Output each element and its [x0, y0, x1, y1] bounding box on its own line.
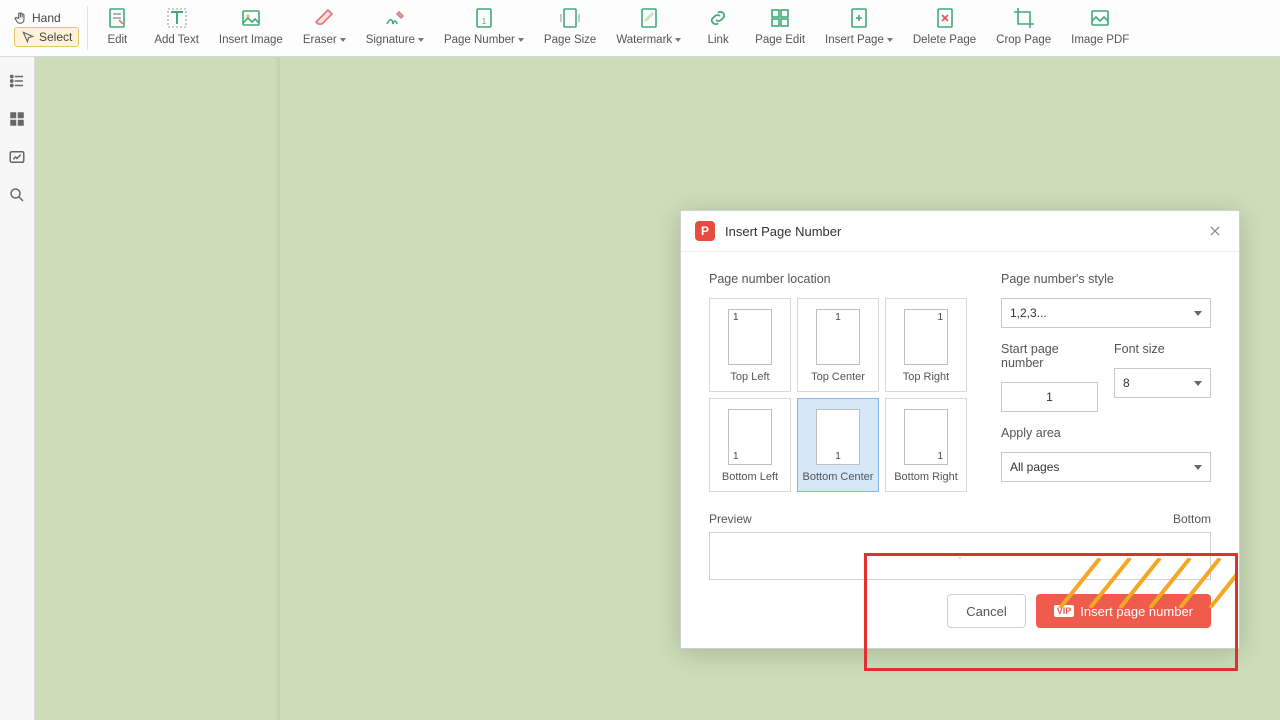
chevron-down-icon: [1194, 381, 1202, 386]
select-tool[interactable]: Select: [14, 27, 79, 47]
dialog-title: Insert Page Number: [725, 224, 1205, 239]
watermark-label: Watermark: [616, 34, 681, 46]
edit-label: Edit: [107, 34, 127, 46]
start-label: Start page number: [1001, 342, 1098, 370]
location-bottom-center[interactable]: 1Bottom Center: [797, 398, 879, 492]
edit-icon: [103, 4, 131, 32]
eraser-label: Eraser: [303, 34, 346, 46]
location-section: Page number location 1Top Left 1Top Cent…: [709, 272, 971, 496]
area-label: Apply area: [1001, 426, 1211, 440]
location-top-center[interactable]: 1Top Center: [797, 298, 879, 392]
preview-box: .: [709, 532, 1211, 580]
chevron-down-icon: [340, 38, 346, 42]
link-button[interactable]: Link: [691, 0, 745, 56]
location-bottom-right[interactable]: 1Bottom Right: [885, 398, 967, 492]
insert-page-number-dialog: P Insert Page Number Page number locatio…: [680, 210, 1240, 649]
image-pdf-button[interactable]: Image PDF: [1061, 0, 1139, 56]
preview-page-number: .: [959, 552, 961, 561]
hand-tool[interactable]: Hand: [14, 11, 61, 25]
add-text-label: Add Text: [154, 34, 199, 46]
insert-image-label: Insert Image: [219, 34, 283, 46]
watermark-button[interactable]: Watermark: [606, 0, 691, 56]
chevron-down-icon: [418, 38, 424, 42]
eraser-icon: [310, 4, 338, 32]
close-button[interactable]: [1205, 221, 1225, 241]
hand-icon: [14, 11, 28, 25]
crop-page-button[interactable]: Crop Page: [986, 0, 1061, 56]
page-size-label: Page Size: [544, 34, 596, 46]
svg-text:1: 1: [482, 17, 487, 26]
edit-button[interactable]: Edit: [90, 0, 144, 56]
chevron-down-icon: [518, 38, 524, 42]
link-label: Link: [708, 34, 729, 46]
insert-page-number-button[interactable]: VIP Insert page number: [1036, 594, 1211, 628]
eraser-button[interactable]: Eraser: [293, 0, 356, 56]
location-label: Page number location: [709, 272, 971, 286]
select-label: Select: [39, 30, 72, 44]
apply-area-select[interactable]: All pages: [1001, 452, 1211, 482]
page-edit-label: Page Edit: [755, 34, 805, 46]
delete-page-label: Delete Page: [913, 34, 976, 46]
page-edit-icon: [766, 4, 794, 32]
cursor-icon: [21, 30, 35, 44]
dialog-body: Page number location 1Top Left 1Top Cent…: [681, 252, 1239, 504]
start-page-input[interactable]: 1: [1001, 382, 1098, 412]
dialog-titlebar: P Insert Page Number: [681, 211, 1239, 252]
chevron-down-icon: [1194, 465, 1202, 470]
outline-panel-button[interactable]: [5, 69, 29, 93]
insert-page-label: Insert Page: [825, 34, 893, 46]
chevron-down-icon: [887, 38, 893, 42]
signature-label: Signature: [366, 34, 424, 46]
location-top-left[interactable]: 1Top Left: [709, 298, 791, 392]
app-logo-icon: P: [695, 221, 715, 241]
chevron-down-icon: [675, 38, 681, 42]
chevron-down-icon: [1194, 311, 1202, 316]
vip-badge: VIP: [1054, 605, 1075, 617]
annotations-panel-button[interactable]: [5, 145, 29, 169]
watermark-icon: [635, 4, 663, 32]
style-select[interactable]: 1,2,3...: [1001, 298, 1211, 328]
preview-label: Preview: [709, 512, 752, 526]
insert-image-button[interactable]: Insert Image: [209, 0, 293, 56]
crop-page-label: Crop Page: [996, 34, 1051, 46]
location-top-right[interactable]: 1Top Right: [885, 298, 967, 392]
delete-page-icon: [931, 4, 959, 32]
main-toolbar: Hand Select Edit Add Text Insert Image E…: [0, 0, 1280, 57]
left-sidebar: [0, 57, 35, 720]
style-label: Page number's style: [1001, 272, 1211, 286]
crop-icon: [1010, 4, 1038, 32]
signature-icon: [381, 4, 409, 32]
page-size-button[interactable]: Page Size: [534, 0, 606, 56]
location-bottom-left[interactable]: 1Bottom Left: [709, 398, 791, 492]
font-label: Font size: [1114, 342, 1211, 356]
options-section: Page number's style 1,2,3... Start page …: [1001, 272, 1211, 496]
location-grid: 1Top Left 1Top Center 1Top Right 1Bottom…: [709, 298, 971, 492]
font-size-select[interactable]: 8: [1114, 368, 1211, 398]
image-icon: [237, 4, 265, 32]
signature-button[interactable]: Signature: [356, 0, 434, 56]
thumbnails-panel-button[interactable]: [5, 107, 29, 131]
text-icon: [163, 4, 191, 32]
page-number-button[interactable]: 1 Page Number: [434, 0, 534, 56]
preview-header: Preview Bottom: [681, 512, 1239, 526]
page-size-icon: [556, 4, 584, 32]
page-number-label: Page Number: [444, 34, 524, 46]
delete-page-button[interactable]: Delete Page: [903, 0, 986, 56]
hand-label: Hand: [32, 11, 61, 25]
separator: [87, 6, 88, 50]
preview-position-label: Bottom: [1173, 512, 1211, 526]
insert-page-icon: [845, 4, 873, 32]
page-edit-button[interactable]: Page Edit: [745, 0, 815, 56]
image-pdf-icon: [1086, 4, 1114, 32]
hand-select-group: Hand Select: [8, 0, 85, 56]
page-number-icon: 1: [470, 4, 498, 32]
cancel-button[interactable]: Cancel: [947, 594, 1025, 628]
link-icon: [704, 4, 732, 32]
image-pdf-label: Image PDF: [1071, 34, 1129, 46]
search-panel-button[interactable]: [5, 183, 29, 207]
dialog-footer: Cancel VIP Insert page number: [681, 580, 1239, 648]
add-text-button[interactable]: Add Text: [144, 0, 209, 56]
insert-page-button[interactable]: Insert Page: [815, 0, 903, 56]
